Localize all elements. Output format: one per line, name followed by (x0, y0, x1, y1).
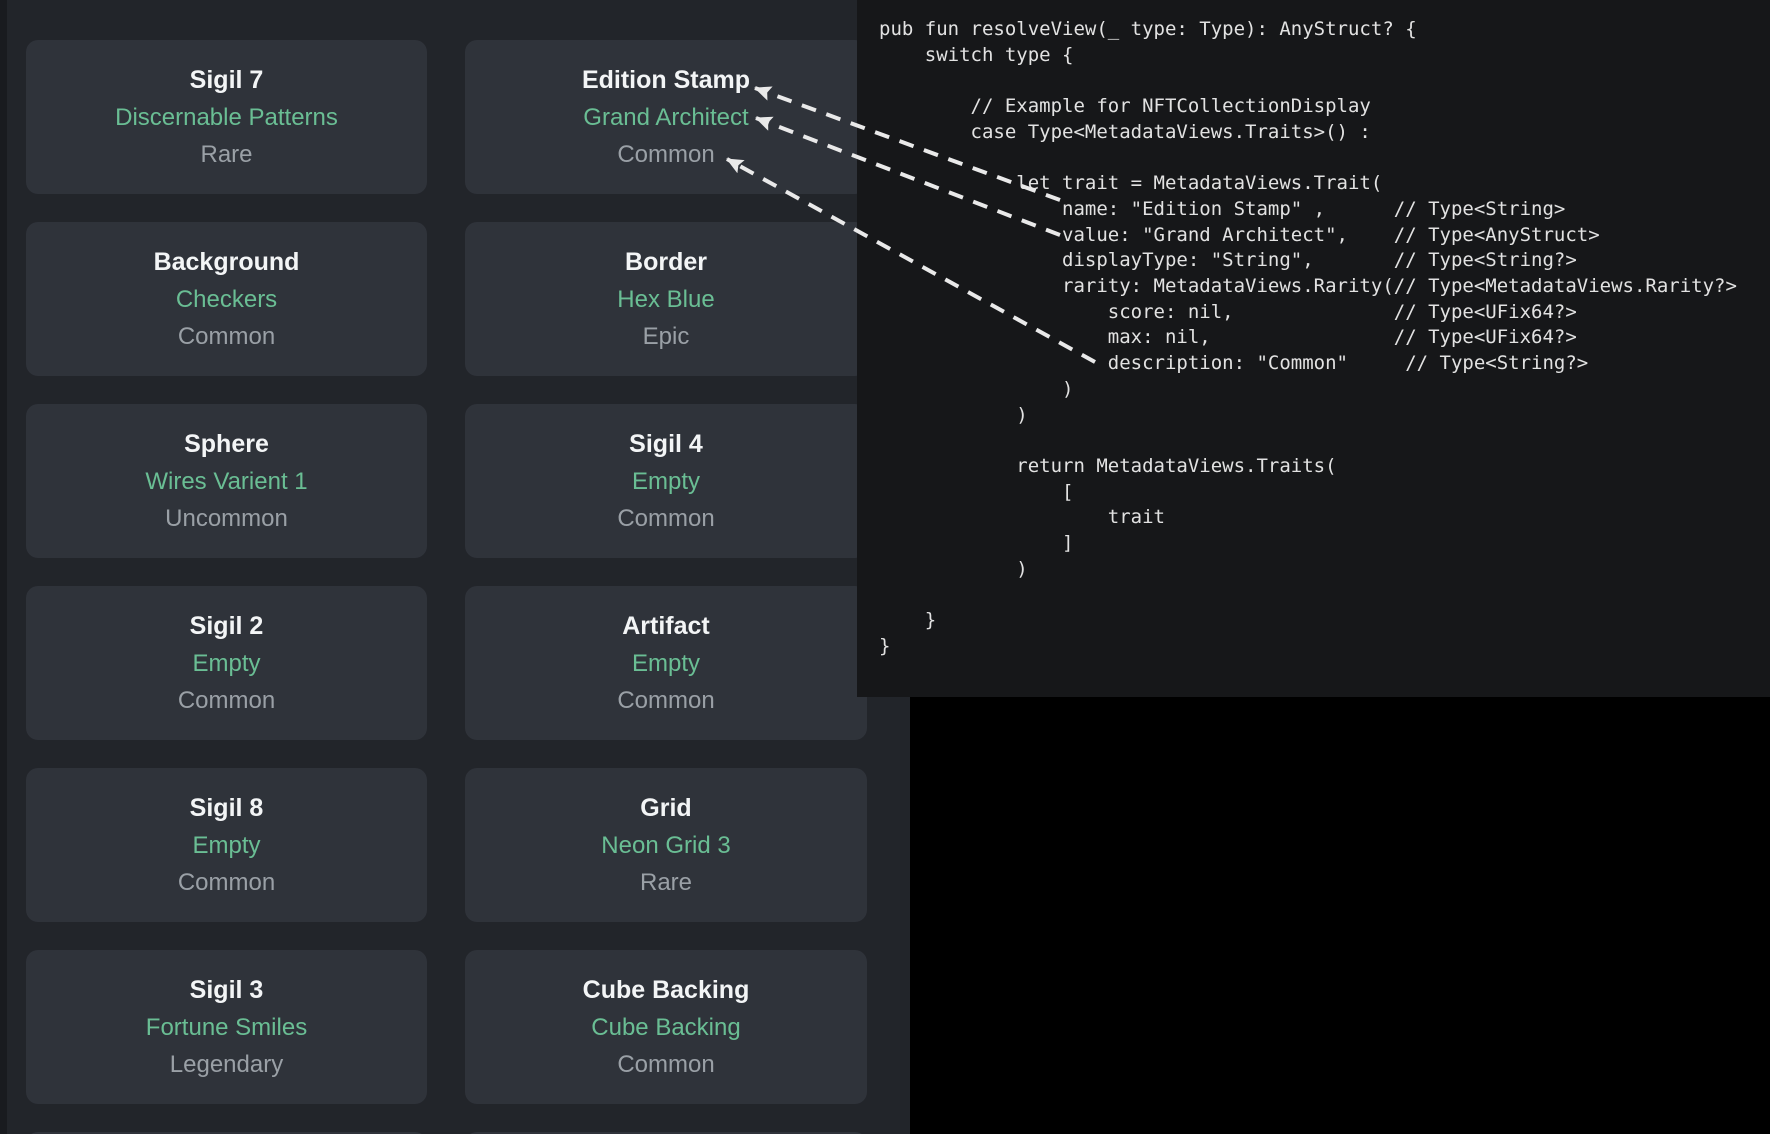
trait-name: Background (154, 247, 300, 278)
trait-card: Sigil 8 Empty Common (26, 768, 427, 922)
trait-value: Empty (632, 649, 700, 679)
trait-value: Empty (192, 831, 260, 861)
trait-rarity: Common (617, 504, 714, 534)
trait-value: Hex Blue (617, 285, 714, 315)
code-snippet: pub fun resolveView(_ type: Type): AnySt… (857, 0, 1770, 660)
trait-value: Fortune Smiles (146, 1013, 307, 1043)
trait-name: Sigil 3 (190, 975, 264, 1006)
trait-value: Discernable Patterns (115, 103, 338, 133)
trait-name: Sigil 8 (190, 793, 264, 824)
trait-card: Border Hex Blue Epic (465, 222, 867, 376)
trait-rarity: Rare (640, 868, 692, 898)
trait-name: Artifact (622, 611, 710, 642)
trait-rarity: Common (178, 868, 275, 898)
trait-rarity: Rare (200, 140, 252, 170)
trait-name: Cube Backing (583, 975, 750, 1006)
trait-rarity: Common (178, 686, 275, 716)
trait-name: Sigil 7 (190, 65, 264, 96)
traits-grid: Sigil 7 Discernable Patterns Rare Editio… (0, 0, 910, 1134)
trait-value: Neon Grid 3 (601, 831, 730, 861)
trait-card: Sigil 4 Empty Common (465, 404, 867, 558)
trait-value: Empty (632, 467, 700, 497)
trait-name: Edition Stamp (582, 65, 750, 96)
trait-rarity: Uncommon (165, 504, 288, 534)
left-edge-shade (0, 0, 7, 1134)
trait-rarity: Common (617, 686, 714, 716)
trait-card: Grid Neon Grid 3 Rare (465, 768, 867, 922)
trait-card: Cube Backing Cube Backing Common (465, 950, 867, 1104)
trait-name: Grid (640, 793, 691, 824)
trait-value: Wires Varient 1 (145, 467, 307, 497)
trait-rarity: Common (178, 322, 275, 352)
trait-card: Artifact Empty Common (465, 586, 867, 740)
trait-card: Sigil 2 Empty Common (26, 586, 427, 740)
trait-card: Sigil 7 Discernable Patterns Rare (26, 40, 427, 194)
code-panel: pub fun resolveView(_ type: Type): AnySt… (857, 0, 1770, 697)
trait-rarity: Common (617, 140, 714, 170)
trait-name: Sphere (184, 429, 269, 460)
trait-value: Cube Backing (591, 1013, 740, 1043)
trait-card: Edition Stamp Grand Architect Common (465, 40, 867, 194)
trait-name: Border (625, 247, 707, 278)
trait-rarity: Epic (643, 322, 690, 352)
trait-name: Sigil 4 (629, 429, 703, 460)
trait-rarity: Common (617, 1050, 714, 1080)
trait-card: Sigil 3 Fortune Smiles Legendary (26, 950, 427, 1104)
trait-card-list: Sigil 7 Discernable Patterns Rare Editio… (26, 40, 866, 1134)
trait-rarity: Legendary (170, 1050, 283, 1080)
trait-value: Checkers (176, 285, 277, 315)
trait-card: Sphere Wires Varient 1 Uncommon (26, 404, 427, 558)
trait-name: Sigil 2 (190, 611, 264, 642)
trait-value: Empty (192, 649, 260, 679)
app-root: Sigil 7 Discernable Patterns Rare Editio… (0, 0, 1770, 1134)
trait-card: Background Checkers Common (26, 222, 427, 376)
trait-value: Grand Architect (583, 103, 748, 133)
